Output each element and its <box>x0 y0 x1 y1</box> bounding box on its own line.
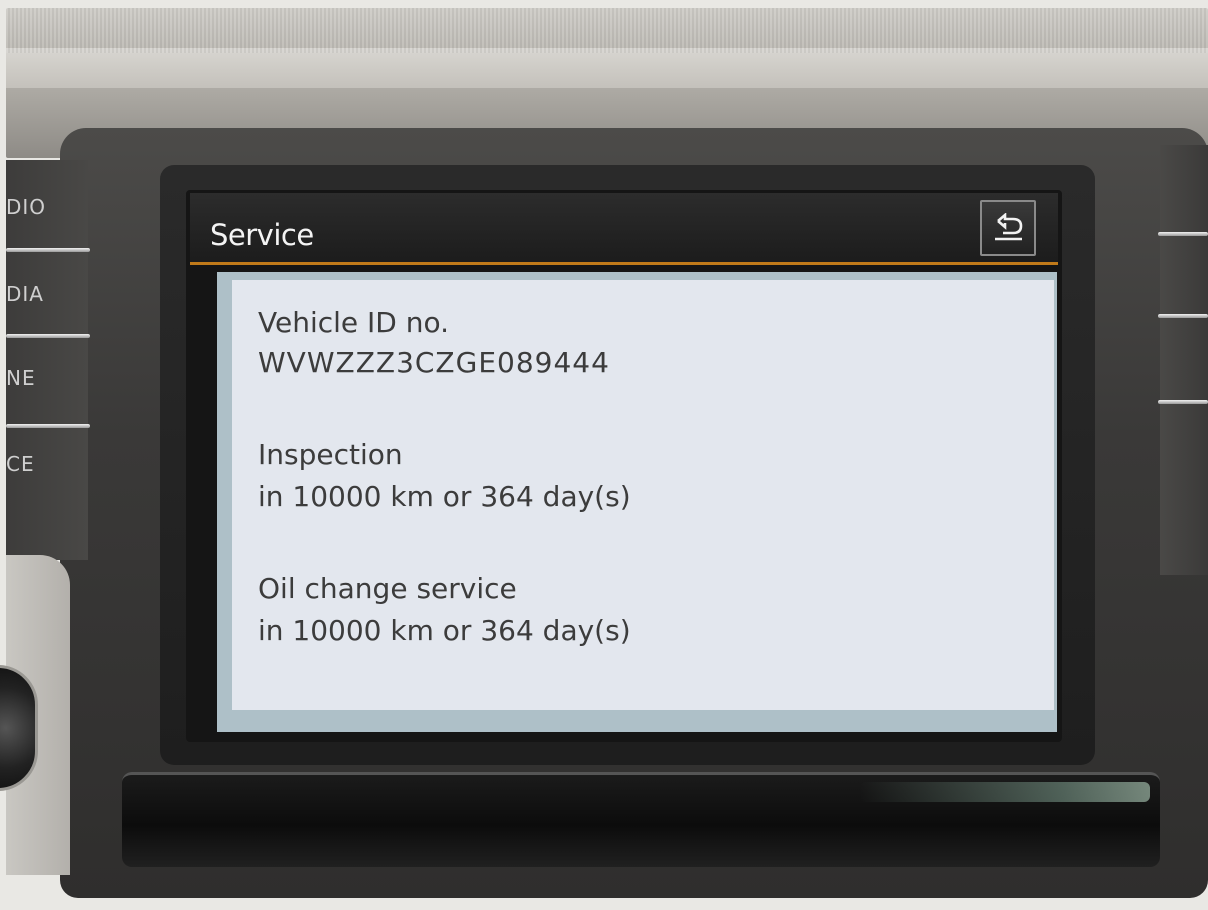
hardware-button-voice[interactable]: CE <box>6 432 76 514</box>
vehicle-id-value: WVWZZZ3CZGE089444 <box>258 346 610 379</box>
right-hardware-button[interactable] <box>1158 400 1208 404</box>
infotainment-photo: DIO DIA NE CE Service Vehicle ID no. WVW… <box>0 0 1208 910</box>
button-divider <box>6 248 90 252</box>
back-button[interactable] <box>980 200 1036 256</box>
inspection-label: Inspection <box>258 438 403 471</box>
hardware-button-label: NE <box>6 366 36 390</box>
hardware-button-phone[interactable]: NE <box>6 346 76 428</box>
right-hardware-button[interactable] <box>1158 314 1208 318</box>
dashboard-trim-texture <box>6 8 1208 53</box>
header-accent-line <box>190 262 1058 265</box>
hardware-button-label: CE <box>6 452 35 476</box>
inspection-value: in 10000 km or 364 day(s) <box>258 480 631 513</box>
page-title: Service <box>210 218 314 252</box>
oil-change-value: in 10000 km or 364 day(s) <box>258 614 631 647</box>
right-hardware-button[interactable] <box>1158 232 1208 236</box>
hardware-button-label: DIA <box>6 282 44 306</box>
hardware-button-radio[interactable]: DIO <box>6 175 76 257</box>
return-arrow-icon <box>995 213 1023 241</box>
right-button-column <box>1160 145 1208 575</box>
cd-slot-reflection <box>860 782 1150 802</box>
button-divider <box>6 424 90 428</box>
hardware-button-label: DIO <box>6 195 47 219</box>
screen-header <box>190 193 1058 263</box>
vehicle-id-label: Vehicle ID no. <box>258 306 450 339</box>
hardware-button-media[interactable]: DIA <box>6 262 76 344</box>
button-divider <box>6 334 90 338</box>
dashboard-trim-band <box>6 48 1208 88</box>
oil-change-label: Oil change service <box>258 572 517 605</box>
